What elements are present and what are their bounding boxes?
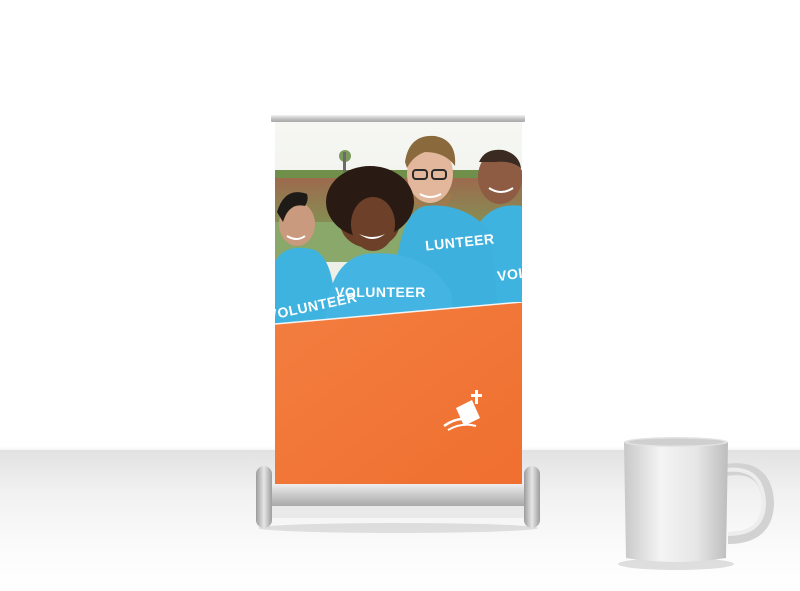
- church-cross-icon: [443, 390, 482, 431]
- roll-up-banner: VOLUNTEER VOLUNTEER LUNTEER VOLUNT: [275, 122, 522, 485]
- banner-stand-base: [256, 466, 540, 533]
- banner-top-rail: [271, 115, 525, 122]
- volunteers-photo: VOLUNTEER VOLUNTEER LUNTEER VOLUNT: [275, 122, 522, 327]
- coffee-mug: [618, 437, 775, 570]
- mockup-scene: VOLUNTEER VOLUNTEER LUNTEER VOLUNT: [0, 0, 800, 591]
